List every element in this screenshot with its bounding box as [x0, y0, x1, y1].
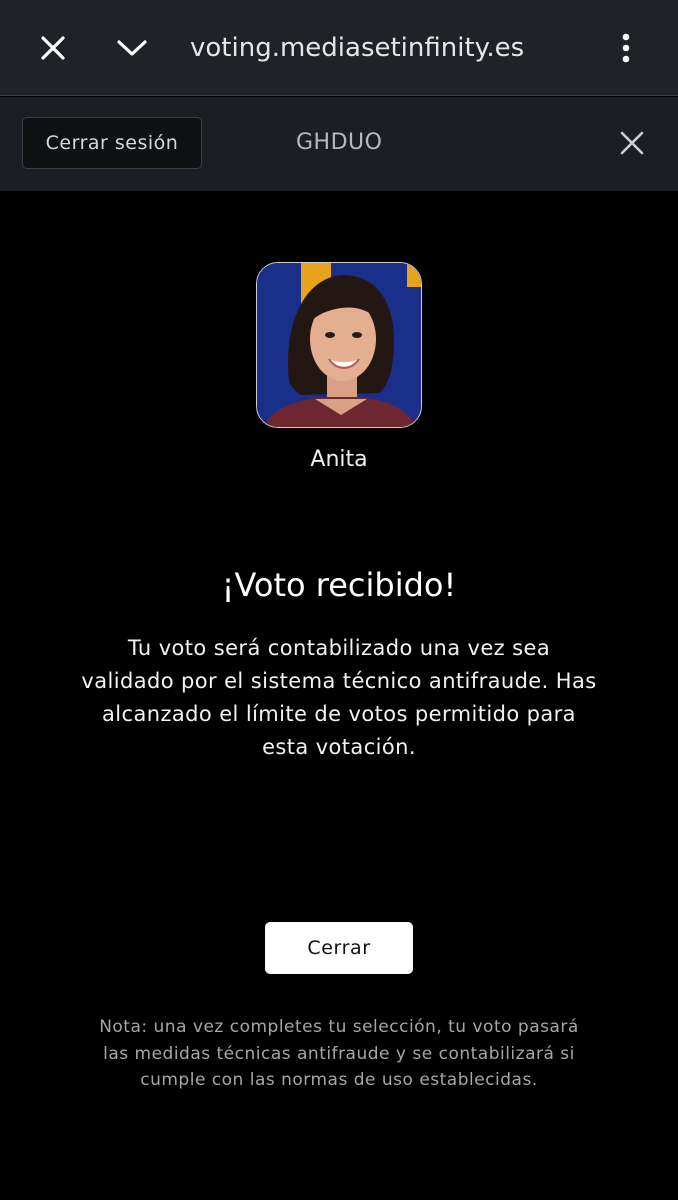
- browser-collapse-button[interactable]: [108, 24, 156, 72]
- candidate-avatar: [256, 262, 422, 428]
- app-header: Cerrar sesión GHDUO: [0, 97, 678, 191]
- more-vert-icon: [622, 33, 630, 63]
- header-close-button[interactable]: [610, 121, 654, 165]
- vote-received-title: ¡Voto recibido!: [221, 566, 457, 604]
- browser-menu-button[interactable]: [602, 24, 650, 72]
- program-name: GHDUO: [296, 130, 383, 155]
- vote-message: Tu voto será contabilizado una vez sea v…: [81, 636, 597, 759]
- chevron-down-icon: [117, 40, 147, 56]
- candidate-photo: [257, 263, 421, 427]
- close-icon: [620, 131, 644, 155]
- close-button[interactable]: Cerrar: [265, 922, 413, 974]
- logout-button[interactable]: Cerrar sesión: [22, 117, 202, 169]
- browser-toolbar: voting.mediasetinfinity.es: [0, 0, 678, 96]
- browser-close-button[interactable]: [29, 24, 77, 72]
- candidate-name: Anita: [310, 447, 368, 472]
- close-icon: [41, 36, 65, 60]
- note-text: Nota: una vez completes tu selección, tu…: [99, 1017, 579, 1090]
- url-text[interactable]: voting.mediasetinfinity.es: [190, 30, 524, 66]
